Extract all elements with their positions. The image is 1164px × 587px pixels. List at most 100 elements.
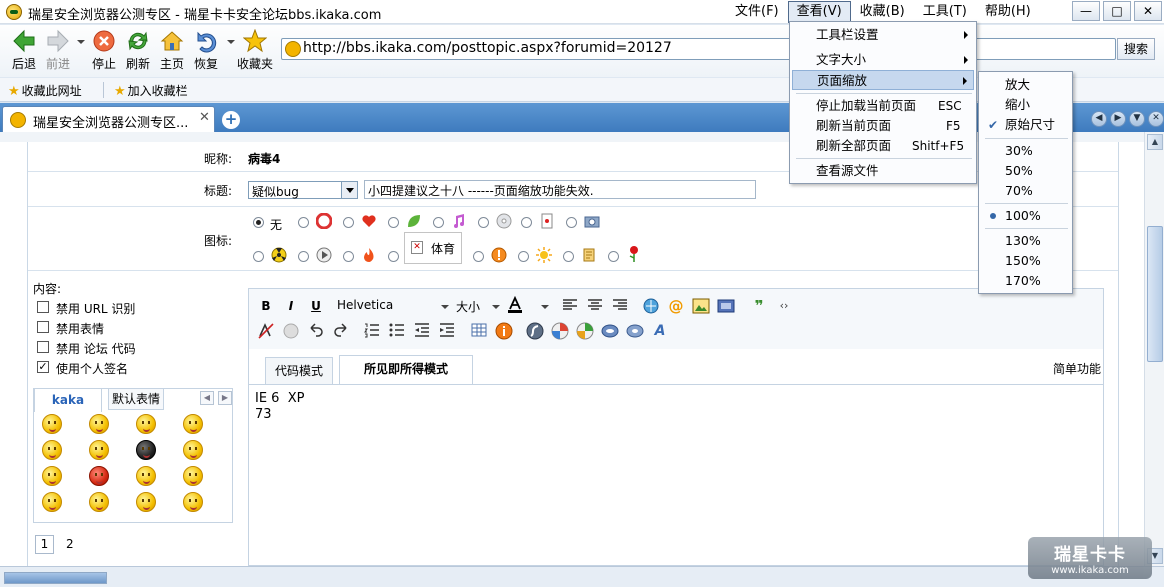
emoticon-smiley[interactable]	[183, 492, 203, 512]
scroll-thumb[interactable]	[1147, 226, 1163, 362]
icon-radio[interactable]	[608, 251, 619, 262]
bold-button[interactable]: B	[257, 297, 275, 315]
emoticon-smiley[interactable]	[42, 492, 62, 512]
emoticon-insert-icon[interactable]	[282, 322, 300, 340]
icon-radio[interactable]	[566, 217, 577, 228]
icon-radio[interactable]	[518, 251, 529, 262]
redo-icon[interactable]	[332, 322, 350, 340]
restore-button[interactable]: 恢复	[186, 29, 226, 72]
menu-page-zoom[interactable]: 页面缩放	[792, 70, 974, 90]
emoticon-page-2[interactable]: 2	[66, 537, 74, 551]
emoticon-smiley[interactable]	[183, 414, 203, 434]
unordered-list-icon[interactable]	[388, 322, 406, 340]
zoom-50-item[interactable]: 50%	[981, 161, 1070, 181]
icon-radio-none[interactable]	[253, 217, 264, 228]
menu-tools[interactable]: 工具(T)	[914, 1, 976, 23]
insert-link-icon[interactable]	[642, 297, 660, 315]
size-dropdown-icon[interactable]	[492, 305, 500, 309]
qq-icon[interactable]	[601, 322, 619, 340]
emoticon-smiley[interactable]	[42, 440, 62, 460]
menu-favorites[interactable]: 收藏(B)	[851, 1, 914, 23]
menu-file[interactable]: 文件(F)	[726, 1, 788, 23]
tab-close-icon[interactable]: ✕	[199, 110, 210, 125]
align-right-icon[interactable]	[611, 297, 629, 315]
emoticon-prev-icon[interactable]: ◀	[200, 391, 214, 405]
emoticon-smiley[interactable]	[183, 466, 203, 486]
menu-view[interactable]: 查看(V)	[787, 1, 851, 23]
icon-radio[interactable]	[253, 251, 264, 262]
indent-icon[interactable]	[438, 322, 456, 340]
icon-radio[interactable]	[388, 217, 399, 228]
emoticon-smiley[interactable]	[136, 414, 156, 434]
icon-radio[interactable]	[343, 217, 354, 228]
emoticon-smiley[interactable]	[136, 492, 156, 512]
maximize-button[interactable]: □	[1103, 1, 1131, 21]
emoticon-next-icon[interactable]: ▶	[218, 391, 232, 405]
zoom-130-item[interactable]: 130%	[981, 231, 1070, 251]
simple-function-link[interactable]: 简单功能	[1053, 360, 1101, 377]
insert-email-icon[interactable]: @	[667, 297, 685, 315]
minimize-button[interactable]: —	[1072, 1, 1100, 21]
zoom-out-item[interactable]: 缩小	[981, 95, 1070, 115]
disable-url-checkbox[interactable]	[37, 301, 49, 313]
remove-format-icon[interactable]	[257, 322, 275, 340]
address-bar[interactable]: http://bbs.ikaka.com/posttopic.aspx?foru…	[281, 38, 1116, 60]
emoticon-smiley[interactable]	[136, 466, 156, 486]
icon-radio[interactable]	[343, 251, 354, 262]
color-dropdown-icon[interactable]	[541, 305, 549, 309]
add-to-favbar-link[interactable]: ★ 加入收藏栏	[114, 82, 188, 99]
search-button[interactable]: 搜索	[1117, 38, 1155, 60]
zoom-70-item[interactable]: 70%	[981, 181, 1070, 201]
forward-button[interactable]: 前进	[38, 29, 78, 72]
emoticon-smiley[interactable]	[183, 440, 203, 460]
info-icon[interactable]	[495, 322, 513, 340]
zoom-150-item[interactable]: 150%	[981, 251, 1070, 271]
favorites-button[interactable]: 收藏夹	[235, 28, 275, 72]
add-favorite-link[interactable]: ★ 收藏此网址	[8, 82, 82, 99]
emoticon-smiley[interactable]	[89, 492, 109, 512]
zoom-100-item[interactable]: 100%	[981, 206, 1070, 226]
menu-stop-loading[interactable]: 停止加载当前页面 ESC	[792, 96, 974, 116]
flash-icon[interactable]	[526, 322, 544, 340]
use-signature-checkbox[interactable]: ✓	[37, 361, 49, 373]
outdent-icon[interactable]	[413, 322, 431, 340]
real-player-icon[interactable]	[551, 322, 569, 340]
insert-image-icon[interactable]	[692, 297, 710, 315]
align-left-icon[interactable]	[561, 297, 579, 315]
tab-scroll-left-icon[interactable]: ◀	[1091, 111, 1107, 127]
emoticon-smiley[interactable]	[136, 440, 156, 460]
restore-dropdown-icon[interactable]	[227, 40, 235, 44]
zoom-original-item[interactable]: ✔ 原始尺寸	[981, 115, 1070, 135]
close-window-button[interactable]: ✕	[1134, 1, 1162, 21]
ordered-list-icon[interactable]	[363, 322, 381, 340]
editor-body[interactable]: IE 6 XP 73	[255, 391, 304, 423]
emoticon-tab-kaka[interactable]: kaka	[34, 388, 102, 412]
emoticon-smiley[interactable]	[89, 440, 109, 460]
icon-radio[interactable]	[473, 251, 484, 262]
tab-code-mode[interactable]: 代码模式	[265, 357, 333, 385]
icon-radio[interactable]	[298, 251, 309, 262]
menu-toolbar-settings[interactable]: 工具栏设置	[792, 25, 974, 45]
insert-media-icon[interactable]	[717, 297, 735, 315]
font-size-select[interactable]: 大小	[456, 298, 480, 315]
msn-icon[interactable]	[626, 322, 644, 340]
emoticon-tab-default[interactable]: 默认表情	[108, 388, 164, 410]
tab-close-all-icon[interactable]: ✕	[1148, 111, 1164, 127]
menu-view-source[interactable]: 查看源文件	[792, 161, 974, 181]
media-player-icon[interactable]	[576, 322, 594, 340]
menu-help[interactable]: 帮助(H)	[976, 1, 1040, 23]
zoom-in-item[interactable]: 放大	[981, 75, 1070, 95]
underline-button[interactable]: U	[307, 297, 325, 315]
icon-radio[interactable]	[521, 217, 532, 228]
insert-code-icon[interactable]: ‹›	[775, 297, 793, 315]
font-style-icon[interactable]: A	[651, 322, 669, 340]
undo-icon[interactable]	[307, 322, 325, 340]
address-url[interactable]: http://bbs.ikaka.com/posttopic.aspx?foru…	[303, 40, 672, 56]
icon-radio[interactable]	[563, 251, 574, 262]
emoticon-smiley[interactable]	[42, 414, 62, 434]
icon-radio[interactable]	[298, 217, 309, 228]
zoom-170-item[interactable]: 170%	[981, 271, 1070, 291]
menu-text-size[interactable]: 文字大小	[792, 50, 974, 70]
title-input[interactable]: 小四提建议之十八 ------页面缩放功能失效.	[364, 180, 756, 199]
disable-forum-code-checkbox[interactable]	[37, 341, 49, 353]
